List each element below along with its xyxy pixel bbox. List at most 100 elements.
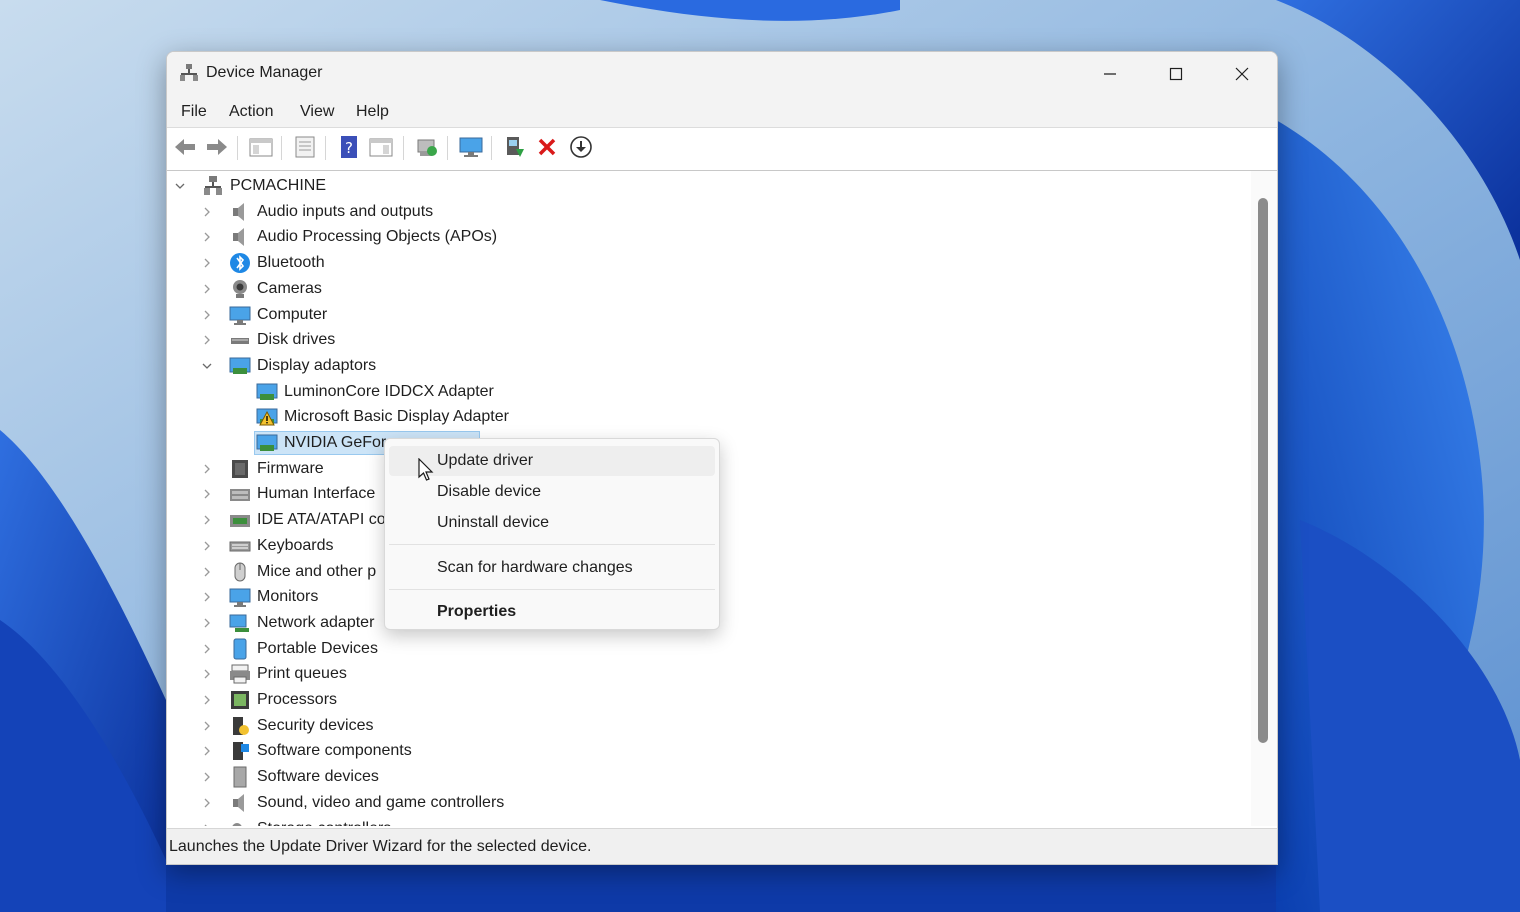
back-arrow-icon: [175, 139, 195, 155]
tree-item-label: Storage controllers: [257, 820, 391, 827]
device-item[interactable]: LuminonCore IDDCX Adapter: [167, 380, 1251, 404]
toolbar-separator: [403, 136, 404, 160]
menu-bar: File Action View Help: [167, 95, 1277, 127]
chevron-right-icon[interactable]: [201, 566, 213, 578]
chevron-right-icon[interactable]: [201, 231, 213, 243]
chevron-right-icon[interactable]: [201, 694, 213, 706]
device-category[interactable]: Security devices: [167, 714, 1251, 738]
tree-item-label: Display adaptors: [257, 356, 377, 374]
tree-item-label: Mice and other p: [257, 562, 377, 580]
properties-button[interactable]: [291, 133, 319, 161]
context-item-label: Properties: [437, 603, 517, 620]
tree-item-label: PCMACHINE: [230, 177, 327, 194]
keyboard-icon: [229, 541, 251, 552]
tree-item-label: Software devices: [257, 768, 379, 786]
window-title: Device Manager: [206, 64, 323, 81]
tree-item-label: NVIDIA GeFor: [284, 434, 387, 451]
chevron-right-icon[interactable]: [201, 463, 213, 475]
context-properties[interactable]: Properties: [389, 597, 715, 627]
bluetooth-icon: [230, 253, 250, 274]
chevron-right-icon[interactable]: [201, 309, 213, 321]
tree-root[interactable]: PCMACHINE: [167, 174, 1251, 198]
firmware-icon: [232, 459, 248, 478]
device-category[interactable]: Display adaptors: [167, 354, 1251, 378]
scan-hardware-button[interactable]: [413, 133, 441, 161]
menu-help[interactable]: Help: [356, 103, 389, 121]
device-category[interactable]: Processors: [167, 688, 1251, 712]
chevron-right-icon[interactable]: [201, 797, 213, 809]
chevron-right-icon[interactable]: [201, 617, 213, 629]
maximize-icon: [1169, 67, 1183, 80]
device-category[interactable]: Audio inputs and outputs: [167, 200, 1251, 224]
device-category[interactable]: Print queues: [167, 662, 1251, 686]
menu-action[interactable]: Action: [229, 103, 273, 121]
context-disable-device[interactable]: Disable device: [389, 477, 715, 507]
scan-hardware-icon: [417, 139, 437, 156]
chevron-right-icon[interactable]: [201, 488, 213, 500]
chevron-right-icon[interactable]: [201, 591, 213, 603]
chevron-down-icon[interactable]: [174, 180, 186, 192]
toolbar: ?: [167, 127, 1277, 172]
context-update-driver[interactable]: Update driver: [389, 446, 715, 476]
software-device-icon: [233, 766, 247, 788]
sound-icon: [233, 793, 244, 812]
chevron-right-icon[interactable]: [201, 643, 213, 655]
update-driver-button[interactable]: [501, 133, 529, 161]
update-driver-icon: [507, 137, 524, 157]
chevron-right-icon[interactable]: [201, 540, 213, 552]
show-hide-console-tree-button[interactable]: [247, 133, 275, 161]
tree-item-label: LuminonCore IDDCX Adapter: [284, 382, 494, 400]
menu-view[interactable]: View: [300, 103, 334, 121]
context-scan-hardware[interactable]: Scan for hardware changes: [389, 553, 715, 583]
download-button[interactable]: [567, 133, 595, 161]
chevron-right-icon[interactable]: [201, 206, 213, 218]
chevron-right-icon[interactable]: [201, 745, 213, 757]
chevron-right-icon[interactable]: [201, 257, 213, 269]
device-category[interactable]: Computer: [167, 303, 1251, 327]
back-button[interactable]: [171, 133, 199, 161]
device-category[interactable]: Sound, video and game controllers: [167, 791, 1251, 815]
device-category[interactable]: Cameras: [167, 277, 1251, 301]
forward-arrow-icon: [207, 139, 227, 155]
context-separator: [389, 544, 715, 545]
chevron-right-icon[interactable]: [201, 334, 213, 346]
context-uninstall-device[interactable]: Uninstall device: [389, 508, 715, 538]
device-category[interactable]: Software devices: [167, 765, 1251, 789]
tree-item-label: Firmware: [257, 459, 324, 477]
chevron-right-icon[interactable]: [201, 283, 213, 295]
vertical-scrollbar[interactable]: [1251, 171, 1277, 826]
device-category[interactable]: Disk drives: [167, 328, 1251, 352]
device-category[interactable]: Storage controllers: [167, 817, 1251, 827]
chevron-right-icon[interactable]: [201, 514, 213, 526]
minimize-button[interactable]: [1077, 52, 1143, 95]
close-button[interactable]: [1209, 52, 1275, 95]
chevron-right-icon[interactable]: [201, 771, 213, 783]
chevron-right-icon[interactable]: [201, 720, 213, 732]
chevron-right-icon[interactable]: [201, 823, 213, 827]
tree-item-label: Processors: [257, 691, 338, 708]
menu-file[interactable]: File: [181, 103, 207, 121]
device-category[interactable]: Bluetooth: [167, 251, 1251, 275]
properties-icon: [295, 136, 315, 158]
maximize-button[interactable]: [1143, 52, 1209, 95]
action-pane-button[interactable]: [367, 133, 395, 161]
tree-item-label: Human Interface: [257, 485, 376, 503]
computer-root-icon: [204, 176, 222, 195]
tree-item-label: IDE ATA/ATAPI cor: [257, 511, 391, 529]
uninstall-device-button[interactable]: [533, 133, 561, 161]
tree-item-label: Monitors: [257, 588, 319, 606]
tree-item-label: Print queues: [257, 665, 347, 683]
chevron-right-icon[interactable]: [201, 668, 213, 680]
device-category[interactable]: Software components: [167, 739, 1251, 763]
device-category[interactable]: Audio Processing Objects (APOs): [167, 225, 1251, 249]
help-button[interactable]: ?: [335, 133, 363, 161]
scrollbar-thumb[interactable]: [1258, 198, 1268, 743]
chevron-down-icon[interactable]: [201, 360, 213, 372]
monitor-icon: [229, 588, 251, 608]
monitor-button[interactable]: [457, 133, 485, 161]
title-bar[interactable]: Device Manager: [167, 52, 1277, 95]
tree-item-label: Software components: [257, 742, 412, 760]
forward-button[interactable]: [203, 133, 231, 161]
device-item[interactable]: Microsoft Basic Display Adapter: [167, 405, 1251, 429]
device-category[interactable]: Portable Devices: [167, 637, 1251, 661]
